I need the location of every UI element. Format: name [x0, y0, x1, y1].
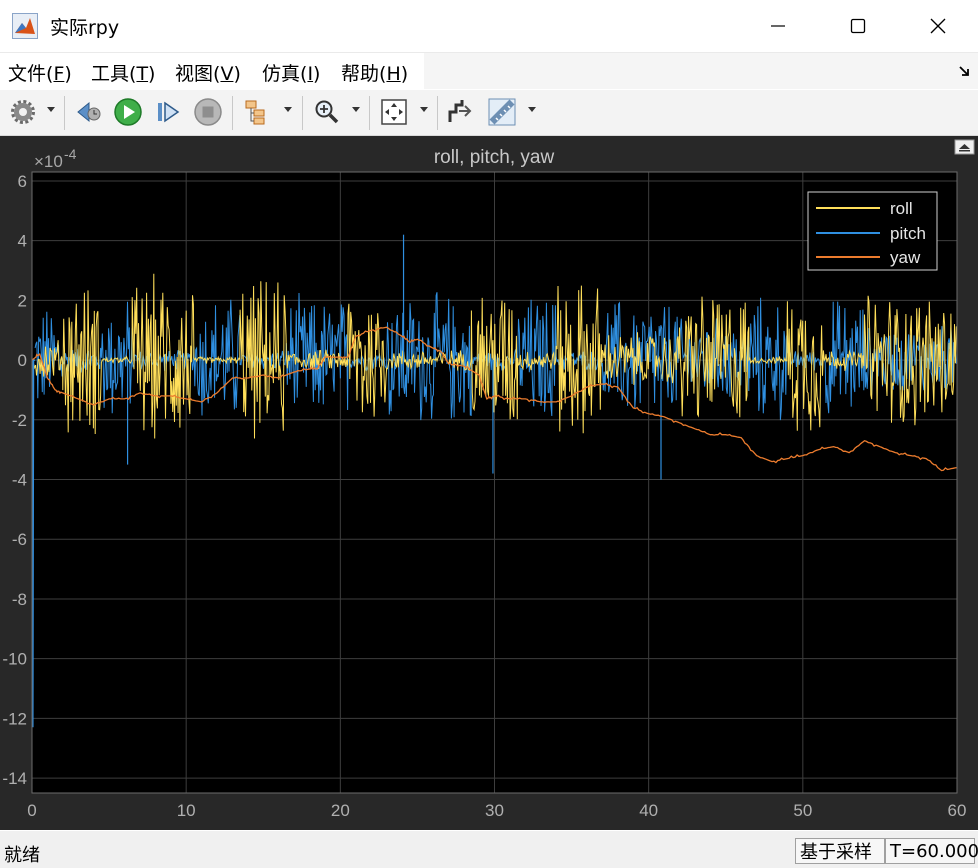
dock-arrow-icon[interactable] — [958, 64, 972, 78]
y-tick-label: -8 — [12, 590, 27, 609]
cursor-measure-icon — [448, 100, 472, 122]
status-sampling: 基于采样 — [795, 838, 885, 864]
autoscale-button[interactable] — [378, 96, 410, 128]
autoscale-dropdown-arrow[interactable] — [420, 107, 428, 112]
menu-help-label: 帮助 — [341, 63, 380, 85]
menu-bar: 文件(F) 工具(T) 视图(V) 仿真(I) 帮助(H) — [0, 53, 978, 89]
autoscale-icon — [381, 99, 407, 125]
legend-label-roll: roll — [890, 199, 913, 218]
x-tick-label: 60 — [948, 801, 967, 820]
title-bar: 实际rpy — [0, 0, 978, 53]
menu-help-key: H — [386, 63, 401, 85]
toolbar-separator — [64, 96, 65, 130]
x-tick-label: 10 — [177, 801, 196, 820]
toolbar — [0, 90, 978, 136]
y-tick-label: 6 — [18, 172, 27, 191]
settings-dropdown-arrow[interactable] — [47, 107, 55, 112]
menu-simulation-label: 仿真 — [262, 63, 301, 85]
menu-tools[interactable]: 工具(T) — [91, 59, 155, 86]
x-tick-label: 0 — [27, 801, 36, 820]
menu-file-label: 文件 — [8, 63, 47, 85]
menu-view-key: V — [220, 63, 234, 85]
x-tick-label: 40 — [639, 801, 658, 820]
y-tick-label: -4 — [12, 471, 27, 490]
legend[interactable]: roll pitch yaw — [807, 191, 938, 271]
scope-plot-svg: roll, pitch, yaw ×10 -4 6420-2-4-6-8-10-… — [2, 139, 975, 820]
menu-file-key: F — [53, 63, 65, 85]
zoom-dropdown-arrow[interactable] — [352, 107, 360, 112]
menu-tools-label: 工具 — [91, 63, 130, 85]
menu-help[interactable]: 帮助(H) — [341, 59, 408, 86]
y-tick-label: 0 — [18, 351, 27, 370]
ruler-dropdown-arrow[interactable] — [528, 107, 536, 112]
toolbar-separator — [369, 96, 370, 130]
minimize-button[interactable] — [738, 0, 818, 52]
close-button[interactable] — [898, 0, 978, 52]
stop-button[interactable] — [192, 96, 224, 128]
window-title: 实际rpy — [50, 17, 120, 39]
stop-icon — [194, 98, 222, 126]
layout-button[interactable] — [242, 96, 274, 128]
run-icon — [114, 98, 142, 126]
legend-label-pitch: pitch — [890, 224, 926, 243]
legend-label-yaw: yaw — [890, 248, 921, 267]
cursor-measure-button[interactable] — [444, 96, 476, 128]
menu-view[interactable]: 视图(V) — [175, 59, 241, 86]
toolbar-separator — [302, 96, 303, 130]
x-tick-label: 20 — [331, 801, 350, 820]
zoom-button[interactable] — [312, 96, 342, 128]
menu-view-label: 视图 — [175, 63, 214, 85]
y-tick-label: 4 — [18, 232, 27, 251]
y-exponent-base: ×10 — [34, 152, 63, 171]
step-forward-icon — [158, 101, 180, 123]
step-forward-button[interactable] — [152, 96, 184, 128]
maximize-button[interactable] — [818, 0, 898, 52]
toolbar-separator — [437, 96, 438, 130]
menu-tools-key: T — [136, 63, 149, 85]
maximize-icon — [850, 18, 866, 34]
y-tick-label: -6 — [12, 530, 27, 549]
x-tick-label: 30 — [485, 801, 504, 820]
ruler-icon — [488, 98, 516, 126]
step-back-icon — [77, 101, 101, 123]
settings-button[interactable] — [8, 96, 38, 128]
menu-simulation[interactable]: 仿真(I) — [262, 59, 320, 86]
y-exponent-power: -4 — [64, 146, 77, 162]
x-tick-label: 50 — [793, 801, 812, 820]
y-tick-label: 2 — [18, 291, 27, 310]
status-time: T=60.000 — [885, 838, 978, 864]
layout-icon — [245, 100, 265, 125]
status-bar: 就绪 基于采样 T=60.000 — [0, 831, 978, 868]
status-ready: 就绪 — [4, 845, 40, 866]
step-back-button[interactable] — [74, 96, 104, 128]
layout-dropdown-arrow[interactable] — [284, 107, 292, 112]
minimize-icon — [771, 25, 785, 27]
menu-simulation-key: I — [307, 63, 314, 85]
matlab-scope-icon — [12, 13, 38, 39]
zoom-icon — [315, 100, 339, 124]
run-button[interactable] — [112, 96, 144, 128]
ruler-button[interactable] — [486, 96, 518, 128]
y-tick-label: -2 — [12, 411, 27, 430]
close-icon — [930, 18, 946, 34]
y-tick-label: -14 — [2, 769, 27, 788]
y-tick-label: -12 — [2, 709, 27, 728]
y-tick-label: -10 — [2, 650, 27, 669]
scope-figure: roll, pitch, yaw ×10 -4 6 4 2 0 -2 -4 -6 -8 -10-… — [0, 136, 978, 830]
menu-file[interactable]: 文件(F) — [8, 59, 72, 86]
toolbar-separator — [232, 96, 233, 130]
settings-icon — [11, 100, 35, 124]
chart-title: roll, pitch, yaw — [434, 147, 555, 168]
undock-axes-button[interactable] — [954, 139, 975, 155]
